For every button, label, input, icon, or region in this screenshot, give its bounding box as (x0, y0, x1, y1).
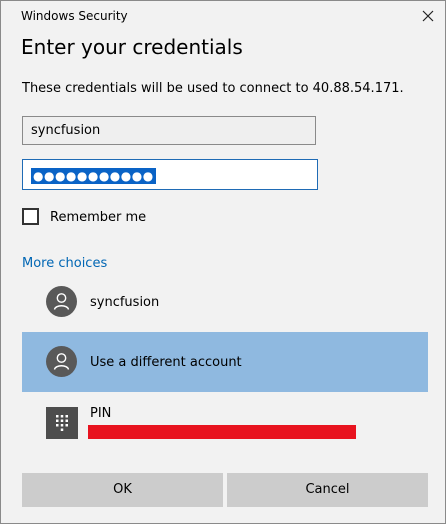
account-option-label: Use a different account (90, 355, 242, 370)
pin-option-label: PIN (90, 406, 112, 421)
close-button[interactable] (413, 3, 443, 29)
password-field[interactable]: ●●●●●●●●●●● (22, 159, 318, 190)
connection-description: These credentials will be used to connec… (22, 81, 404, 96)
window-title: Windows Security (21, 9, 128, 23)
sign-in-option-pin[interactable]: PIN (22, 394, 428, 454)
credentials-dialog: Windows Security Enter your credentials … (0, 0, 446, 524)
title-bar: Windows Security (1, 1, 445, 29)
username-field[interactable] (22, 116, 316, 145)
account-option-label: syncfusion (90, 295, 160, 310)
remember-me-checkbox[interactable] (22, 208, 39, 225)
user-avatar-icon (46, 346, 77, 377)
password-masked-value: ●●●●●●●●●●● (31, 168, 156, 184)
account-option-syncfusion[interactable]: syncfusion (22, 272, 428, 332)
pin-keypad-icon (46, 407, 78, 439)
account-option-different-account[interactable]: Use a different account (22, 332, 428, 392)
page-title: Enter your credentials (21, 35, 243, 59)
remember-me-label: Remember me (50, 210, 147, 225)
redaction-bar (88, 425, 356, 439)
user-avatar-icon (46, 286, 77, 317)
ok-button[interactable]: OK (22, 473, 223, 507)
close-icon (422, 10, 434, 22)
cancel-button[interactable]: Cancel (227, 473, 428, 507)
more-choices-link[interactable]: More choices (22, 256, 107, 271)
